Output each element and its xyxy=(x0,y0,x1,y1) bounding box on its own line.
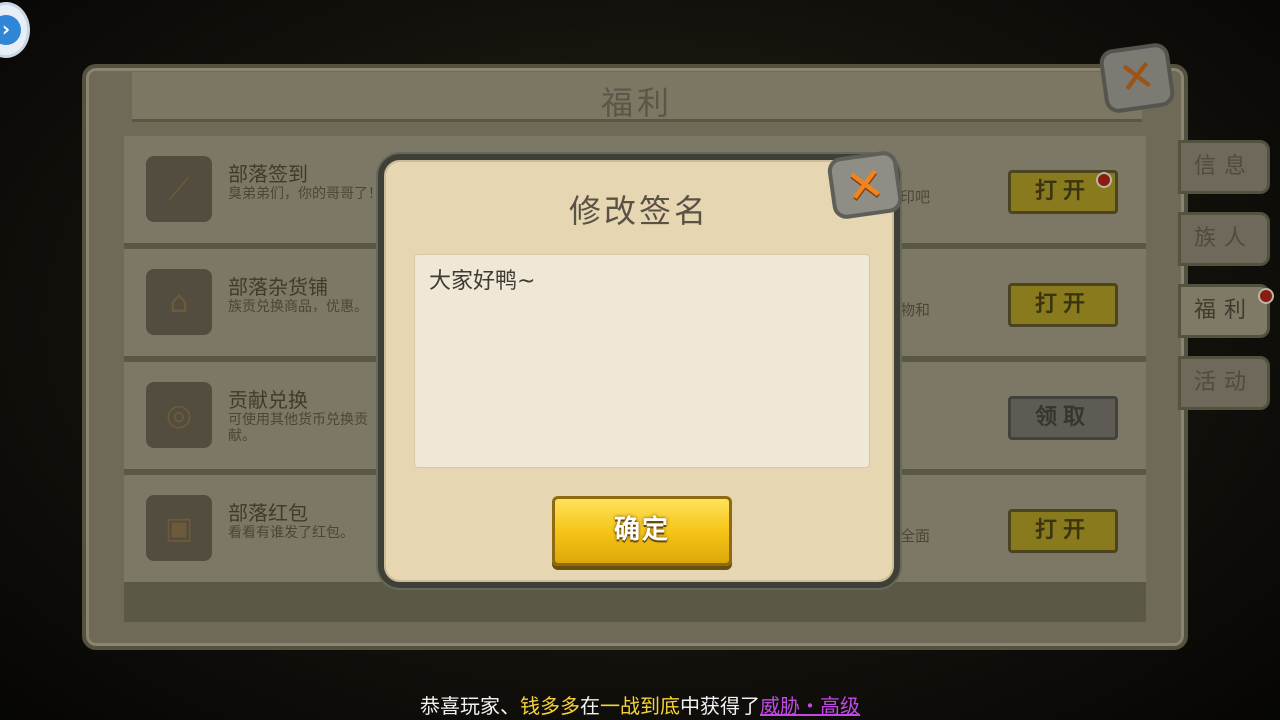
dialog-close-button[interactable]: ✕ xyxy=(826,149,904,221)
row-desc: 臭弟弟们，你的哥哥了！ xyxy=(228,186,382,202)
claim-button[interactable]: 领取 xyxy=(1008,396,1118,440)
open-button[interactable]: 打开 xyxy=(1008,509,1118,553)
open-button[interactable]: 打开 xyxy=(1008,283,1118,327)
signature-input[interactable] xyxy=(414,254,870,468)
announcement-ticker: 恭喜玩家、钱多多在一战到底中获得了威胁・高级 xyxy=(0,692,1280,720)
tab-activity[interactable]: 活动 xyxy=(1178,356,1270,410)
ticker-item-link[interactable]: 威胁・高级 xyxy=(760,694,860,718)
close-icon: ✕ xyxy=(842,155,888,215)
row-desc-right: 印吧 xyxy=(900,188,931,206)
row-title: 部落红包 xyxy=(228,501,308,525)
edit-signature-dialog: 修改签名 确定 ✕ xyxy=(378,149,904,588)
close-icon: ✕ xyxy=(1115,49,1159,106)
row-title: 贡献兑换 xyxy=(228,388,308,412)
red-envelope-icon: ▣ xyxy=(146,495,212,561)
chevron-right-icon: › xyxy=(0,15,21,45)
stick-icon: ⟋ xyxy=(146,156,212,222)
row-desc-right: 全面 xyxy=(900,527,931,545)
panel-close-button[interactable]: ✕ xyxy=(1097,41,1177,115)
shop-icon: ⌂ xyxy=(146,269,212,335)
row-title: 部落签到 xyxy=(228,162,308,186)
tab-info[interactable]: 信息 xyxy=(1178,140,1270,194)
ticker-location: 一战到底 xyxy=(600,694,680,718)
notification-dot xyxy=(1258,288,1274,304)
tab-welfare[interactable]: 福利 xyxy=(1178,284,1270,338)
row-desc: 看看有谁发了红包。 xyxy=(228,525,354,541)
tab-members[interactable]: 族人 xyxy=(1178,212,1270,266)
dialog-title: 修改签名 xyxy=(568,192,709,230)
ticker-prefix: 恭喜玩家、 xyxy=(420,694,520,718)
panel-title: 福利 xyxy=(600,84,673,122)
row-desc: 可使用其他货币兑换贡献。 xyxy=(228,412,368,444)
notification-dot xyxy=(1096,172,1112,188)
coin-exchange-icon: ◎ xyxy=(146,382,212,448)
row-title: 部落杂货铺 xyxy=(228,275,328,299)
row-desc-right: 物和 xyxy=(900,301,931,319)
ticker-player: 钱多多 xyxy=(520,694,580,718)
confirm-button[interactable]: 确定 xyxy=(552,496,732,566)
ticker-mid2: 中获得了 xyxy=(680,694,760,718)
row-desc: 族贡兑换商品，优惠。 xyxy=(228,299,368,315)
panel-titlebar: 福利 xyxy=(132,72,1142,122)
ticker-mid1: 在 xyxy=(580,694,600,718)
